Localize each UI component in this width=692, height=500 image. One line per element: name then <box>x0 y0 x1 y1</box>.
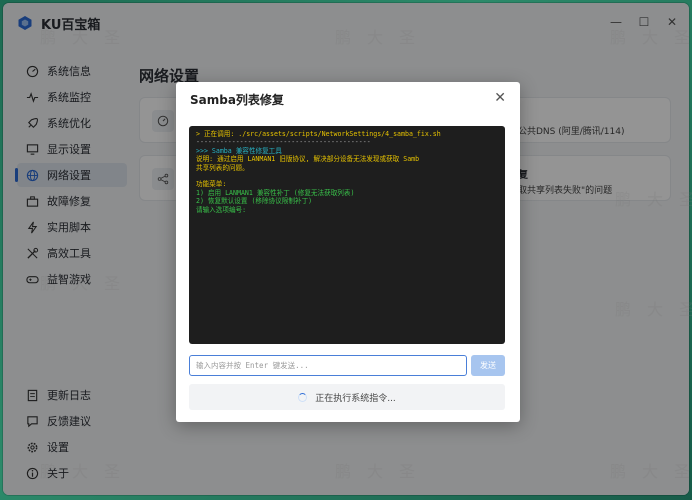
command-input[interactable] <box>189 355 467 376</box>
terminal-line: >>> Samba 兼容性修复工具 <box>196 146 282 155</box>
terminal-line: ----------------------------------------… <box>196 138 371 147</box>
terminal-output: > 正在调用: ./src/assets/scripts/NetworkSett… <box>189 126 505 344</box>
terminal-line: 共享列表的问题。 <box>196 163 249 172</box>
send-button[interactable]: 发送 <box>471 355 505 376</box>
dialog-title: Samba列表修复 <box>190 93 284 107</box>
execution-status: 正在执行系统指令... <box>189 384 505 410</box>
samba-fix-dialog: Samba列表修复 ✕ > 正在调用: ./src/assets/scripts… <box>176 82 520 422</box>
terminal-line: > 正在调用: ./src/assets/scripts/NetworkSett… <box>196 130 441 138</box>
terminal-line: 1) 启用 LANMAN1 兼容性补丁 (修复无法获取列表) <box>196 188 355 197</box>
command-input-row: 发送 <box>189 355 505 377</box>
terminal-line: 功能菜单: <box>196 180 227 189</box>
terminal-line: 说明: 通过启用 LANMAN1 旧版协议, 解决部分设备无法发现或获取 Sam… <box>196 155 420 164</box>
terminal-line: 请输入选项编号: <box>196 205 247 214</box>
status-text: 正在执行系统指令... <box>315 393 396 404</box>
loading-spinner-icon <box>298 392 308 402</box>
close-icon[interactable]: ✕ <box>494 90 506 106</box>
terminal-line: 2) 恢复默认设置 (移除协议限制补丁) <box>196 197 313 206</box>
